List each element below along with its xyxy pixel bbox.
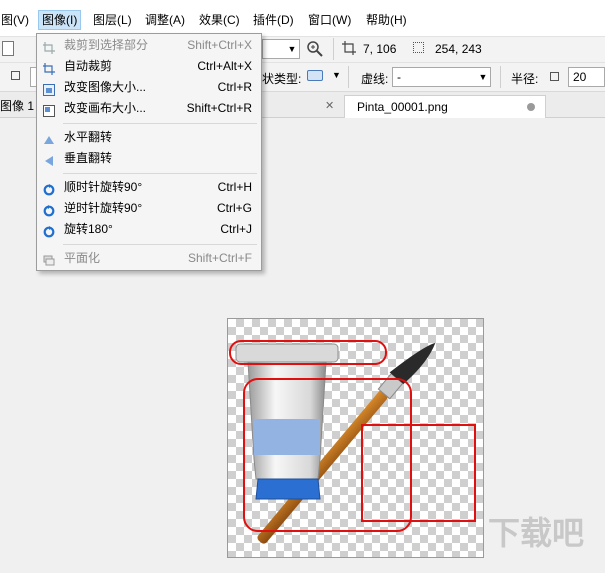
resize-image-icon: [43, 82, 55, 96]
flip-horizontal-icon: [43, 132, 55, 144]
dash-label: 虚线:: [361, 72, 389, 86]
menu-item-label: 平面化: [64, 251, 101, 265]
menu-help[interactable]: 帮助(H): [363, 10, 410, 30]
menu-item-shortcut: Shift+Ctrl+F: [187, 251, 252, 265]
selection-size: 254, 243: [435, 42, 482, 56]
menu-item-crop-to-selection[interactable]: 裁剪到选择部分 Shift+Ctrl+X: [37, 35, 261, 56]
copy-icon[interactable]: [2, 41, 14, 56]
menu-item-rotate-180[interactable]: 旋转180° Ctrl+J: [37, 219, 261, 240]
menu-window[interactable]: 窗口(W): [305, 10, 354, 30]
menu-item-flip-horizontal[interactable]: 水平翻转: [37, 127, 261, 148]
menu-item-label: 水平翻转: [64, 130, 113, 144]
close-icon[interactable]: ✕: [325, 95, 334, 117]
chevron-down-icon: ▼: [287, 44, 297, 54]
dash-value: -: [397, 70, 401, 84]
menu-bar: 图(V) 图像(I) 图层(L) 调整(A) 效果(C) 插件(D) 窗口(W)…: [0, 0, 605, 36]
shape-type-label: 状类型:: [262, 72, 302, 86]
antialias-icon[interactable]: [11, 71, 20, 80]
image-canvas[interactable]: [227, 318, 484, 558]
resize-canvas-icon: [43, 103, 55, 117]
selection-size-icon: [413, 42, 424, 53]
cursor-position: 7, 106: [363, 42, 397, 56]
crop-icon: [43, 40, 55, 54]
menu-item-label: 逆时针旋转90°: [64, 201, 143, 215]
dash-combo[interactable]: - ▼: [392, 67, 491, 87]
menu-layers[interactable]: 图层(L): [90, 10, 135, 30]
toolbar-divider: [333, 38, 334, 60]
menu-adjustments[interactable]: 调整(A): [142, 10, 188, 30]
zoom-combo[interactable]: ▼: [262, 39, 300, 59]
tab-label: 图像 1: [0, 99, 35, 113]
menu-item-label: 垂直翻转: [64, 151, 113, 165]
menu-separator: [63, 173, 257, 174]
rotate-180-icon: [43, 224, 55, 238]
rotate-cw-icon: [43, 182, 55, 196]
menu-item-label: 顺时针旋转90°: [64, 180, 143, 194]
watermark-logo: 下载吧: [488, 514, 585, 552]
zoom-in-icon[interactable]: [306, 40, 324, 58]
flatten-icon: [43, 253, 55, 266]
chevron-down-icon: ▼: [478, 72, 488, 82]
radius-icon: [550, 72, 559, 81]
autocrop-icon: [43, 61, 55, 75]
radius-input[interactable]: 20: [568, 67, 605, 87]
image-menu-dropdown: 裁剪到选择部分 Shift+Ctrl+X 自动裁剪 Ctrl+Alt+X 改变图…: [36, 33, 262, 271]
rotate-ccw-icon: [43, 203, 55, 217]
menu-separator: [63, 123, 257, 124]
tab-pinta-00001[interactable]: Pinta_00001.png: [344, 95, 546, 118]
menu-item-resize-image[interactable]: 改变图像大小... Ctrl+R: [37, 77, 261, 98]
shape-type-icon[interactable]: [307, 70, 323, 81]
menu-effects[interactable]: 效果(C): [196, 10, 243, 30]
menu-item-shortcut: Shift+Ctrl+R: [186, 101, 252, 115]
menu-item-shortcut: Ctrl+J: [220, 222, 252, 236]
menu-item-label: 自动裁剪: [64, 59, 113, 73]
menu-item-shortcut: Ctrl+H: [217, 180, 252, 194]
menu-separator: [63, 244, 257, 245]
menu-view[interactable]: 图(V): [0, 10, 32, 30]
menu-image[interactable]: 图像(I): [38, 10, 82, 30]
toolbar-divider: [348, 66, 349, 88]
cursor-position-icon: [342, 41, 356, 55]
menu-item-shortcut: Shift+Ctrl+X: [187, 38, 252, 52]
toolbar-divider: [500, 66, 501, 88]
menu-item-rotate-cw[interactable]: 顺时针旋转90° Ctrl+H: [37, 177, 261, 198]
menu-item-auto-crop[interactable]: 自动裁剪 Ctrl+Alt+X: [37, 56, 261, 77]
flip-vertical-icon: [43, 153, 55, 166]
menu-item-flatten[interactable]: 平面化 Shift+Ctrl+F: [37, 248, 261, 269]
menu-item-resize-canvas[interactable]: 改变画布大小... Shift+Ctrl+R: [37, 98, 261, 119]
pinta-logo-image: [229, 340, 476, 544]
menu-item-label: 改变画布大小...: [64, 101, 147, 115]
menu-item-rotate-ccw[interactable]: 逆时针旋转90° Ctrl+G: [37, 198, 261, 219]
menu-item-shortcut: Ctrl+Alt+X: [197, 59, 252, 73]
radius-value: 20: [573, 70, 587, 84]
menu-addins[interactable]: 插件(D): [250, 10, 297, 30]
unsaved-dot-icon[interactable]: [527, 103, 535, 111]
tab-label: Pinta_00001.png: [357, 100, 448, 114]
radius-label: 半径:: [511, 72, 539, 86]
menu-item-label: 旋转180°: [64, 222, 113, 236]
menu-item-shortcut: Ctrl+G: [216, 201, 252, 215]
watermark: 下载吧: [488, 508, 600, 568]
menu-item-flip-vertical[interactable]: 垂直翻转: [37, 148, 261, 169]
menu-item-shortcut: Ctrl+R: [217, 80, 252, 94]
menu-item-label: 裁剪到选择部分: [64, 38, 149, 52]
chevron-down-icon[interactable]: ▼: [332, 70, 341, 80]
menu-item-label: 改变图像大小...: [64, 80, 147, 94]
